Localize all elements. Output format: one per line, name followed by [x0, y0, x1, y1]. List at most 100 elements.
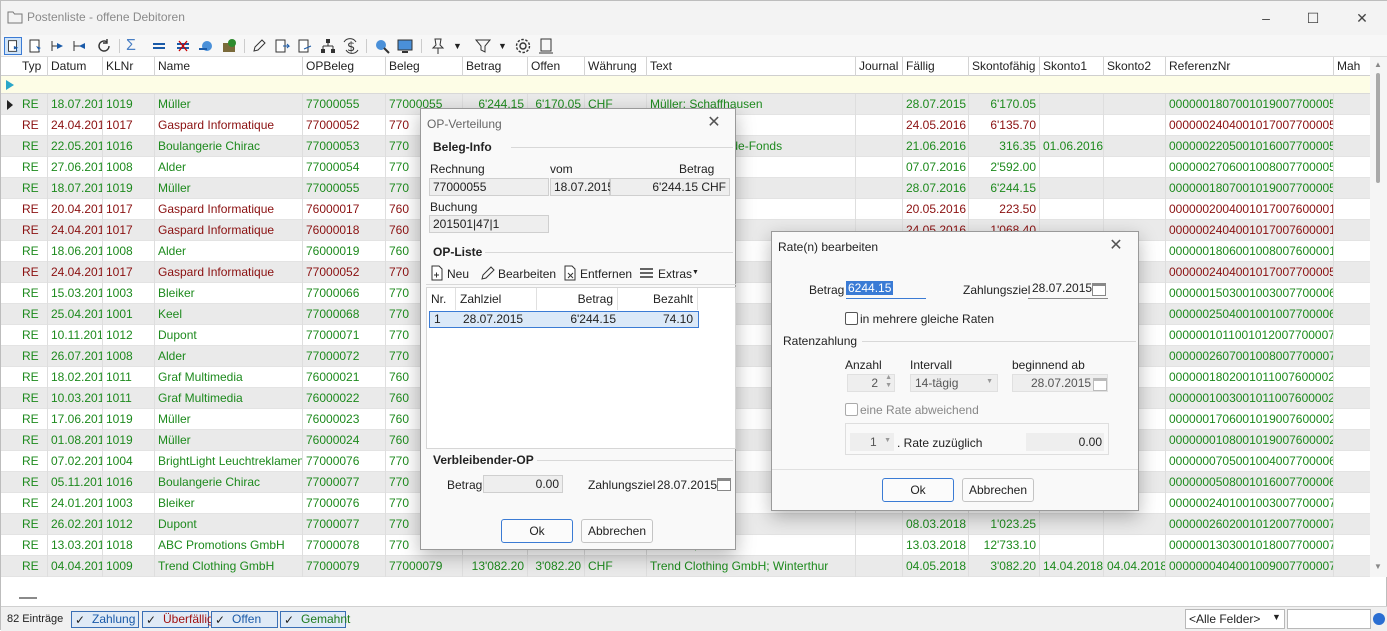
pin-dropdown-icon[interactable]: ▼ [453, 37, 471, 55]
cash-box-icon[interactable] [220, 37, 238, 55]
cell-name: Gaspard Informatique [155, 199, 303, 220]
close-icon[interactable]: ✕ [1106, 236, 1126, 256]
cell-klnr: 1018 [103, 535, 155, 556]
intervall-select[interactable]: 14-tägig ▼ [910, 374, 998, 392]
column-header[interactable]: Beleg [386, 57, 463, 76]
column-header[interactable]: Datum [48, 57, 103, 76]
column-header[interactable]: Mah [1334, 57, 1370, 76]
column-header[interactable]: Skontofähig [969, 57, 1040, 76]
betrag-input[interactable]: 6244.15 [846, 279, 926, 299]
column-header[interactable]: Skonto1 [1040, 57, 1104, 76]
column-header[interactable]: Betrag [463, 57, 528, 76]
minimize-button[interactable]: – [1251, 7, 1281, 29]
rate-abweichend-checkbox[interactable] [845, 403, 858, 416]
cell-klnr: 1016 [103, 136, 155, 157]
document-filter-icon[interactable] [4, 37, 22, 55]
close-icon[interactable]: ✕ [704, 113, 724, 133]
column-header[interactable]: Typ [19, 57, 48, 76]
hierarchy-icon[interactable] [319, 37, 337, 55]
export-icon[interactable] [296, 37, 314, 55]
op-ok-button[interactable]: Ok [501, 519, 573, 543]
cell-sk2 [1104, 136, 1166, 157]
cell-ref: 000000070500100400770000628 [1166, 451, 1334, 472]
calendar-icon[interactable] [717, 478, 731, 491]
column-header[interactable]: Journal [856, 57, 903, 76]
column-header[interactable]: Name [155, 57, 303, 76]
remove-document-icon [564, 265, 576, 281]
globe-search-icon[interactable] [373, 37, 391, 55]
dollar-sync-icon[interactable]: $ [342, 37, 360, 55]
list-column-header[interactable]: Betrag [537, 288, 618, 310]
cell-datum: 18.07.2015 [48, 94, 103, 115]
rate-ok-button[interactable]: Ok [882, 478, 954, 502]
search-input[interactable] [1287, 609, 1371, 629]
cell-opbeleg: 77000076 [303, 451, 386, 472]
op-list-table[interactable]: Nr. Zahlziel Betrag Bezahlt 1 28.07.2015 6'… [426, 287, 736, 449]
column-header[interactable]: ReferenzNr [1166, 57, 1334, 76]
extras-button[interactable]: Extras [658, 267, 692, 281]
table-row[interactable]: RE04.04.20181009Trend Clothing GmbH77000… [1, 556, 1370, 577]
maximize-button[interactable]: ☐ [1298, 7, 1328, 29]
column-header[interactable]: KLNr [103, 57, 155, 76]
horizontal-scroll-thumb[interactable] [19, 597, 37, 599]
filter-row[interactable] [1, 76, 1370, 94]
column-header[interactable]: Fällig [903, 57, 969, 76]
op-cancel-button[interactable]: Abbrechen [581, 519, 653, 543]
entfernen-button[interactable]: Entfernen [580, 267, 632, 281]
globe-icon[interactable] [1373, 613, 1385, 625]
document-arrow-icon[interactable] [26, 37, 44, 55]
horizontal-scrollbar[interactable] [1, 577, 1370, 603]
column-header[interactable]: Skonto2 [1104, 57, 1166, 76]
sum-icon[interactable]: Σ [126, 37, 144, 55]
column-header[interactable]: Währung [585, 57, 647, 76]
vertical-scroll-thumb[interactable] [1376, 73, 1380, 183]
status-chip-1[interactable]: ✓ Zahlung [71, 611, 139, 628]
equals-icon[interactable] [150, 37, 168, 55]
vertical-scrollbar[interactable]: ▲ ▼ [1370, 57, 1387, 577]
pin-icon[interactable] [429, 37, 447, 55]
neu-button[interactable]: Neu [447, 267, 469, 281]
column-header[interactable]: Text [647, 57, 856, 76]
cell-datum: 20.04.2016 [48, 199, 103, 220]
status-chip-label: Überfällig [163, 612, 214, 626]
rate-number-select[interactable]: 1 ▼ [850, 433, 894, 451]
cell-datum: 18.07.2016 [48, 178, 103, 199]
cell-empty [856, 556, 903, 577]
intervall-label: Intervall [910, 358, 953, 372]
pencil-icon[interactable] [250, 37, 268, 55]
mehrere-raten-checkbox[interactable] [845, 312, 858, 325]
list-column-header[interactable]: Zahlziel [456, 288, 537, 310]
filter-icon[interactable] [474, 37, 492, 55]
refresh-icon[interactable] [95, 37, 113, 55]
calendar-icon[interactable] [1092, 283, 1106, 296]
status-chip-2[interactable]: ✓ Überfällig [142, 611, 214, 628]
cell-waehrung: CHF [585, 556, 647, 577]
cell-opbeleg: 76000022 [303, 388, 386, 409]
calendar-icon[interactable] [1093, 378, 1107, 391]
table-row[interactable]: 1 28.07.2015 6'244.15 74.10 [429, 311, 699, 328]
stepper-arrows-icon[interactable]: ▲ ▼ [885, 374, 892, 390]
tree-arrow-back-icon[interactable] [70, 37, 88, 55]
raten-bearbeiten-dialog: Rate(n) bearbeiten ✕ Betrag 6244.15 Zahl… [771, 231, 1139, 511]
edit-document-icon[interactable] [273, 37, 291, 55]
rate-cancel-button[interactable]: Abbrechen [962, 478, 1034, 502]
close-button[interactable]: ✕ [1347, 7, 1377, 29]
cell-empty [1334, 556, 1370, 577]
monitor-icon[interactable] [396, 37, 414, 55]
bearbeiten-button[interactable]: Bearbeiten [498, 267, 556, 281]
payment-icon[interactable] [197, 37, 215, 55]
layout-icon[interactable] [537, 37, 555, 55]
status-chip-4[interactable]: ✓ Gemahnt [280, 611, 350, 628]
tree-arrow-icon[interactable] [48, 37, 66, 55]
field-select[interactable]: <Alle Felder> ▼ [1185, 609, 1285, 629]
status-chip-3[interactable]: ✓ Offen [211, 611, 278, 628]
chevron-down-icon: ▼ [884, 437, 891, 444]
column-header[interactable]: Offen [528, 57, 585, 76]
column-header[interactable]: OPBeleg [303, 57, 386, 76]
cell-klnr: 1008 [103, 157, 155, 178]
gear-icon[interactable] [514, 37, 532, 55]
cross-equals-icon[interactable] [174, 37, 192, 55]
list-column-header[interactable]: Bezahlt [618, 288, 698, 310]
anzahl-stepper[interactable]: 2 ▲ ▼ [847, 374, 895, 392]
list-column-header[interactable]: Nr. [427, 288, 456, 310]
